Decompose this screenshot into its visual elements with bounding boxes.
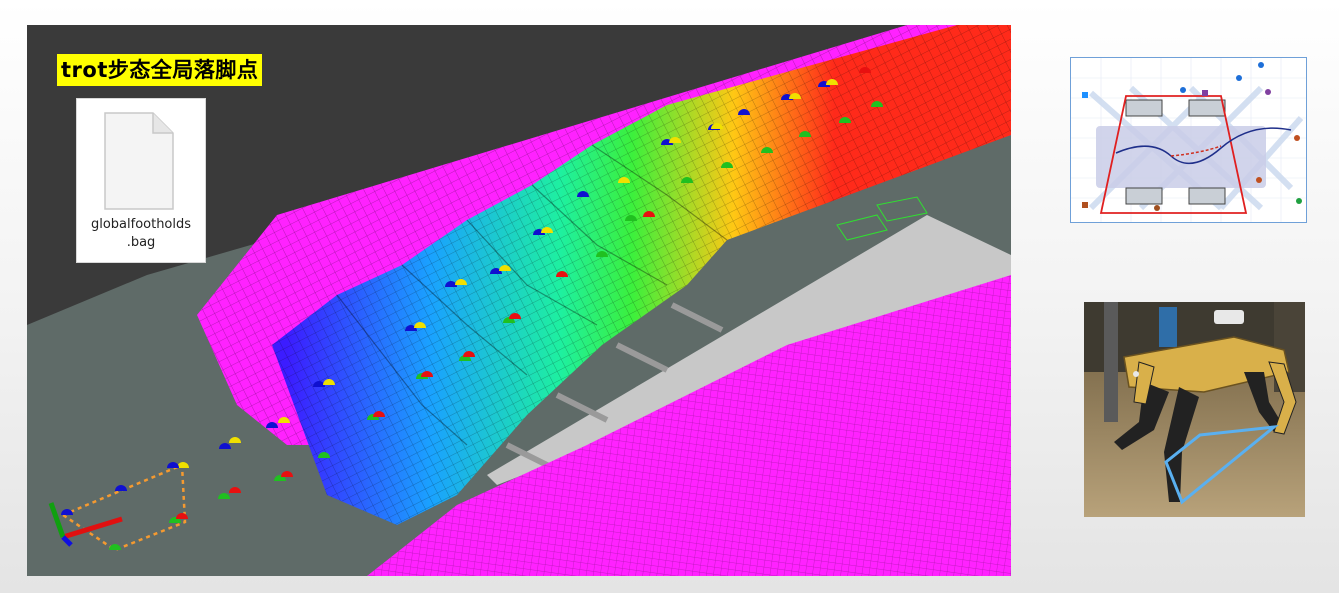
trot-support-polygon-diagram [1070,57,1307,223]
file-extension: .bag [126,235,156,250]
page-title: trot步态全局落脚点 [57,54,263,86]
gait-diagram-graphic [1071,58,1306,222]
document-icon [104,112,174,210]
quadruped-robot-photo [1084,302,1305,517]
file-name: globalfootholds [90,217,192,232]
bag-file[interactable]: globalfootholds .bag [76,98,206,263]
robot-photo-graphic [1084,302,1305,517]
